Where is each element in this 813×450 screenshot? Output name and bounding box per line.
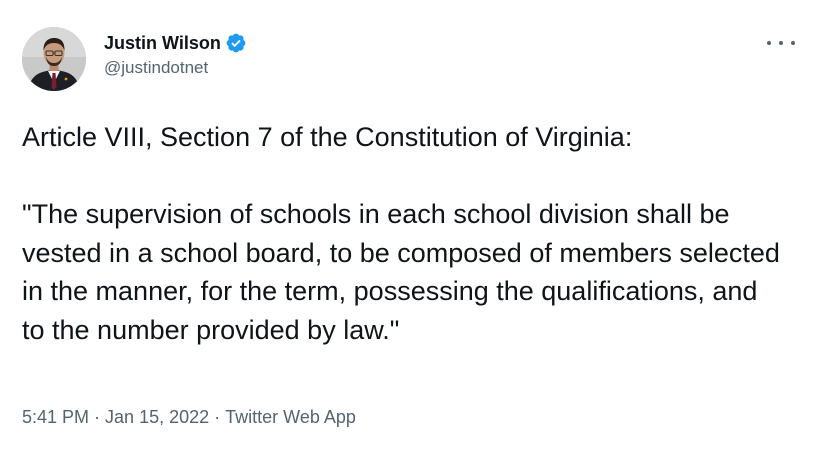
more-options-icon[interactable] <box>767 34 795 52</box>
meta-separator: · <box>94 407 101 427</box>
name-row: Justin Wilson <box>104 32 247 54</box>
tweet-date[interactable]: Jan 15, 2022 <box>105 407 209 428</box>
author-names: Justin Wilson @justindotnet <box>104 32 247 78</box>
more-dot <box>767 41 771 45</box>
tweet-time[interactable]: 5:41 PM <box>22 407 89 428</box>
author-display-name[interactable]: Justin Wilson <box>104 33 221 54</box>
tweet-card: Justin Wilson @justindotnet Article VIII… <box>0 0 813 450</box>
tweet-meta: 5:41 PM · Jan 15, 2022 · Twitter Web App <box>22 407 356 428</box>
tweet-text: Article VIII, Section 7 of the Constitut… <box>22 122 780 345</box>
avatar[interactable] <box>22 27 86 91</box>
more-dot <box>791 41 795 45</box>
verified-badge-icon <box>225 32 247 54</box>
more-dot <box>779 41 783 45</box>
tweet-source[interactable]: Twitter Web App <box>225 407 356 428</box>
author-handle[interactable]: @justindotnet <box>104 58 247 78</box>
meta-separator: · <box>214 407 221 427</box>
tweet-header: Justin Wilson @justindotnet <box>22 26 791 92</box>
